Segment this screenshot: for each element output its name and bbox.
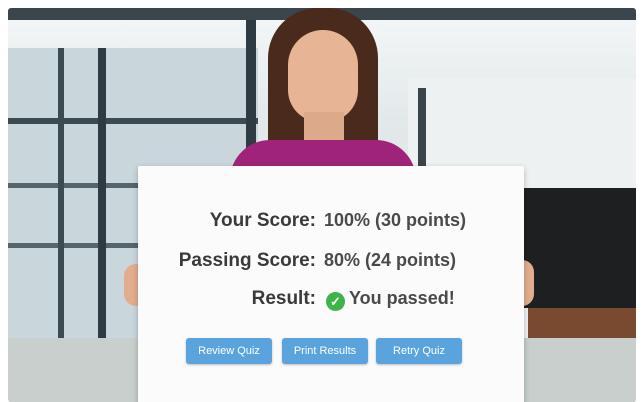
your-score-row: Your Score: 100% (30 points) [138, 210, 524, 240]
print-results-button[interactable]: Print Results [282, 338, 368, 364]
office-background-photo: Your Score: 100% (30 points) Passing Sco… [8, 8, 636, 402]
results-card: Your Score: 100% (30 points) Passing Sco… [138, 166, 524, 402]
tv-screen [516, 188, 636, 308]
passing-score-value: 80% (24 points) [324, 250, 457, 270]
result-label: Result: [251, 288, 316, 309]
your-score-value: 100% (30 points) [324, 210, 467, 230]
result-value-group: ✓ You passed! [326, 288, 455, 311]
retry-quiz-button[interactable]: Retry Quiz [376, 338, 462, 364]
your-score-label: Your Score: [209, 210, 316, 231]
quiz-result-slide: Your Score: 100% (30 points) Passing Sco… [0, 0, 644, 402]
result-value: You passed! [349, 288, 455, 308]
presenter-face [288, 30, 358, 122]
window-frame-v1 [58, 48, 64, 348]
check-circle-icon: ✓ [326, 292, 345, 311]
result-row: Result: ✓ You passed! [138, 288, 524, 318]
window-frame-h1 [8, 118, 258, 124]
passing-score-label: Passing Score: [178, 250, 316, 271]
review-quiz-button[interactable]: Review Quiz [186, 338, 272, 364]
passing-score-row: Passing Score: 80% (24 points) [138, 250, 524, 280]
